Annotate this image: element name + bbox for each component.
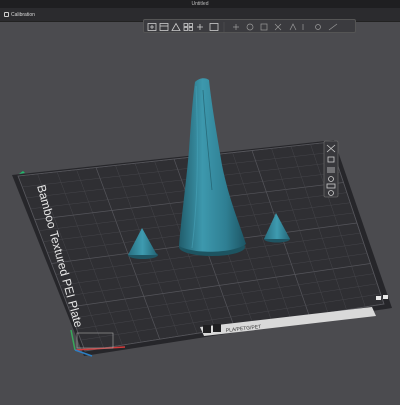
tab-label: Calibration bbox=[11, 11, 35, 18]
color-paint-icon[interactable] bbox=[315, 24, 321, 30]
scene-svg: Bamboo Textured PEI Plate PLA/PETG/PET bbox=[12, 78, 392, 357]
move-icon[interactable] bbox=[233, 24, 239, 30]
plate-logo-icon bbox=[213, 324, 221, 332]
plate-settings-icon[interactable] bbox=[383, 295, 388, 299]
add-plate-icon[interactable] bbox=[159, 23, 169, 31]
arrange-icon[interactable] bbox=[183, 23, 193, 31]
orient-icon[interactable] bbox=[171, 22, 181, 31]
top-toolbar bbox=[143, 19, 356, 33]
plate-origin-marker bbox=[19, 171, 25, 174]
window-title: Untitled bbox=[191, 1, 209, 7]
measure-icon[interactable] bbox=[328, 23, 338, 31]
cut-icon[interactable] bbox=[274, 23, 282, 31]
window-titlebar: Untitled bbox=[0, 0, 400, 8]
lock-plate-icon[interactable] bbox=[376, 296, 381, 300]
rotate-icon[interactable] bbox=[246, 23, 254, 31]
calibration-icon bbox=[4, 12, 9, 17]
split-icon[interactable] bbox=[197, 24, 203, 30]
3d-viewport[interactable]: Bamboo Textured PEI Plate PLA/PETG/PET bbox=[0, 34, 400, 400]
support-paint-icon[interactable] bbox=[289, 23, 297, 31]
add-icon[interactable] bbox=[147, 23, 157, 31]
tab-calibration[interactable]: Calibration bbox=[2, 10, 39, 19]
scale-icon[interactable] bbox=[260, 23, 268, 31]
plate-side-toolbar bbox=[323, 140, 339, 198]
toolbar-icons bbox=[147, 22, 338, 32]
plate-qr-icon bbox=[203, 325, 211, 333]
layout-icon[interactable] bbox=[209, 23, 219, 31]
